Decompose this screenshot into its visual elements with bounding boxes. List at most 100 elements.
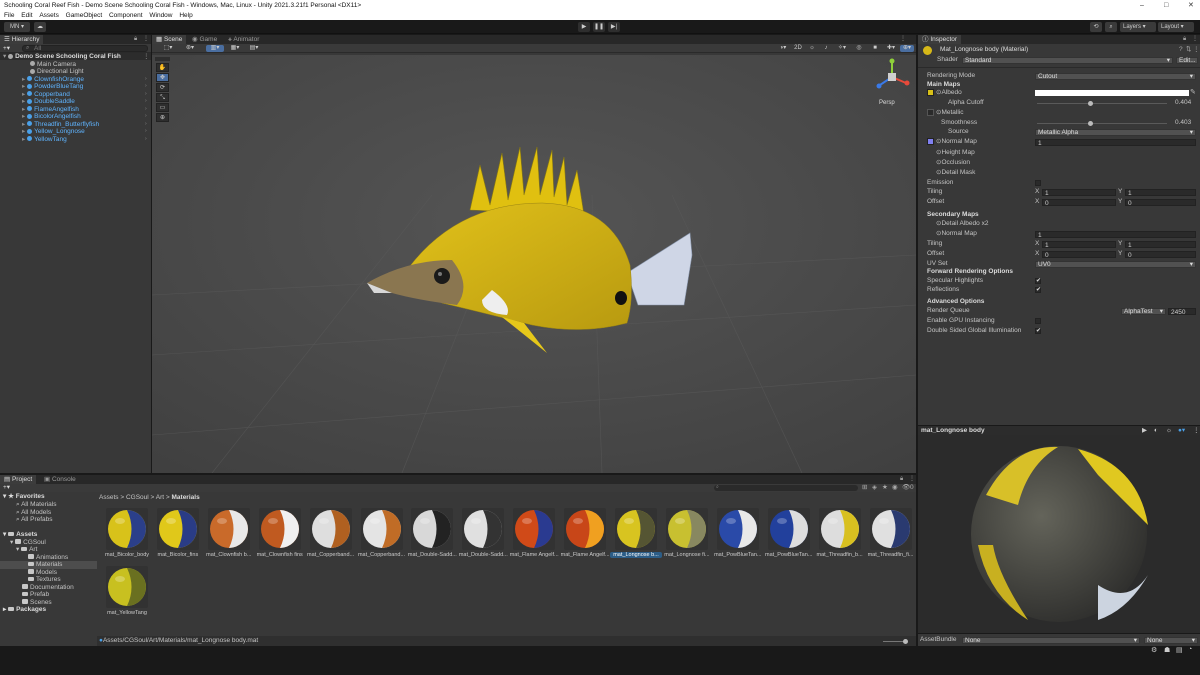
- asset-label[interactable]: mat_YellowTang: [101, 610, 153, 616]
- menu-file[interactable]: File: [4, 12, 14, 19]
- asset-thumbnail[interactable]: [513, 508, 556, 550]
- chevron-right-icon[interactable]: ›: [145, 121, 147, 128]
- rotate-tool-icon[interactable]: ⟳: [156, 83, 169, 92]
- layout-dropdown[interactable]: Layout ▾: [1158, 22, 1194, 32]
- menu-gameobject[interactable]: GameObject: [66, 12, 103, 19]
- hierarchy-item-flameangelfish[interactable]: ▸ FlameAngelfish ›: [22, 106, 151, 113]
- menu-component[interactable]: Component: [109, 12, 143, 19]
- thumbnail-size-slider[interactable]: [883, 641, 905, 642]
- breadcrumb-materials[interactable]: Materials: [172, 494, 200, 501]
- folder-animations[interactable]: Animations: [28, 554, 68, 562]
- asset-label[interactable]: mat_Bicolor_body: [101, 552, 153, 558]
- tab-inspector[interactable]: ⓘ Inspector: [918, 35, 962, 44]
- grid-snap-dropdown[interactable]: ▦▾: [226, 45, 244, 52]
- close-button[interactable]: ✕: [1188, 0, 1194, 11]
- asset-thumbnail[interactable]: [716, 508, 759, 550]
- more-options-icon[interactable]: ⋮: [143, 35, 149, 44]
- normal-map2-scale-input[interactable]: 1: [1035, 230, 1196, 239]
- scene-row[interactable]: ▾ Demo Scene Schooling Coral Fish ⋮: [0, 53, 151, 61]
- hidden-packages-icon[interactable]: ◉: [892, 484, 898, 492]
- play-preview-icon[interactable]: ▶: [1142, 426, 1147, 435]
- normal-map-texture-slot[interactable]: [927, 138, 934, 145]
- chevron-right-icon[interactable]: ›: [145, 128, 147, 135]
- asset-thumbnail[interactable]: [360, 508, 403, 550]
- asset-label[interactable]: mat_Longnose fi...: [661, 552, 713, 558]
- history-icon[interactable]: ⟲: [1090, 22, 1102, 32]
- folder-materials[interactable]: Materials: [0, 561, 97, 569]
- asset-label[interactable]: mat_Double-Sadd...: [457, 552, 509, 558]
- menu-help[interactable]: Help: [179, 12, 192, 19]
- asset-thumbnail[interactable]: [207, 508, 250, 550]
- asset-thumbnail[interactable]: [258, 508, 301, 550]
- more-options-icon[interactable]: ⋮: [1193, 426, 1200, 435]
- lock-icon[interactable]: 🔒︎: [134, 35, 137, 44]
- hand-tool-icon[interactable]: ✋: [156, 63, 169, 72]
- component-menu-icon[interactable]: ⋮: [1193, 45, 1200, 54]
- asset-label[interactable]: mat_Flame Angelf...: [559, 552, 611, 558]
- folder-documentation[interactable]: Documentation: [22, 584, 74, 592]
- rect-tool-icon[interactable]: ▭: [156, 103, 169, 112]
- asset-label[interactable]: mat_PowBlueTan...: [763, 552, 815, 558]
- tab-console[interactable]: ▣ Console: [40, 475, 80, 484]
- light-preview-icon[interactable]: ☼: [1166, 426, 1172, 435]
- scale-tool-icon[interactable]: ⤡: [156, 93, 169, 102]
- asset-label[interactable]: mat_Copperband...: [305, 552, 357, 558]
- gizmos-dropdown[interactable]: ⊕▾: [900, 45, 914, 52]
- favorite-icon[interactable]: ★: [882, 484, 888, 492]
- asset-label[interactable]: mat_PowBlueTan...: [712, 552, 764, 558]
- audio-toggle-icon[interactable]: ♪: [820, 45, 832, 52]
- chevron-right-icon[interactable]: ›: [145, 98, 147, 105]
- smoothness-slider[interactable]: [1037, 123, 1167, 124]
- thumbnail-size-knob[interactable]: [903, 639, 908, 644]
- maximize-button[interactable]: □: [1164, 0, 1168, 11]
- asset-label[interactable]: mat_Clownfish fins: [254, 552, 306, 558]
- emission-checkbox[interactable]: [1035, 180, 1041, 186]
- render-queue-dropdown[interactable]: AlphaTest ▾: [1121, 307, 1166, 315]
- asset-thumbnail[interactable]: [818, 508, 861, 550]
- help-icon[interactable]: ?: [1179, 45, 1183, 54]
- asset-label[interactable]: mat_Threadfin_fi...: [865, 552, 917, 558]
- breadcrumb-cgsoul[interactable]: CGSoul: [126, 494, 149, 501]
- asset-thumbnail[interactable]: [869, 508, 912, 550]
- alpha-cutoff-value[interactable]: 0.404: [1175, 99, 1191, 107]
- double-sided-gi-checkbox[interactable]: ✔: [1035, 328, 1041, 334]
- chevron-right-icon[interactable]: ›: [145, 76, 147, 83]
- offset2-y-input[interactable]: 0: [1125, 250, 1196, 259]
- eyedropper-icon[interactable]: ✎: [1190, 88, 1196, 96]
- more-options-icon[interactable]: ⋮: [1192, 35, 1198, 44]
- cache-icon[interactable]: ▤: [1176, 646, 1183, 654]
- assets-folder[interactable]: ▾ Assets: [3, 531, 37, 539]
- asset-thumbnail[interactable]: [309, 508, 352, 550]
- asset-label[interactable]: mat_Bicolor_fins: [152, 552, 204, 558]
- toggle-2d-button[interactable]: 2D: [792, 45, 804, 52]
- offset-x-input[interactable]: 0: [1042, 198, 1116, 207]
- asset-thumbnail[interactable]: [106, 508, 148, 550]
- hierarchy-item-clownfish[interactable]: ▸ ClownfishOrange ›: [22, 76, 151, 83]
- menu-edit[interactable]: Edit: [21, 12, 32, 19]
- uv-set-dropdown[interactable]: UV0 ▾: [1035, 260, 1196, 268]
- hierarchy-item-directional-light[interactable]: Directional Light: [30, 68, 84, 75]
- pivot-dropdown[interactable]: ⊛▾: [180, 45, 200, 52]
- albedo-texture-slot[interactable]: [927, 89, 934, 96]
- reflections-checkbox[interactable]: ✔: [1035, 287, 1041, 293]
- favorite-all-models[interactable]: ⌕ All Models: [16, 509, 51, 517]
- minimize-button[interactable]: –: [1140, 0, 1144, 11]
- add-icon[interactable]: +▾: [3, 44, 10, 53]
- menu-assets[interactable]: Assets: [39, 12, 59, 19]
- asset-label[interactable]: mat_Double-Sadd...: [406, 552, 458, 558]
- hierarchy-item-yellow-longnose[interactable]: ▸ Yellow_Longnose ›: [22, 128, 151, 135]
- gpu-instancing-checkbox[interactable]: [1035, 318, 1041, 324]
- lighting-toggle-icon[interactable]: ☼: [806, 45, 818, 52]
- more-options-icon[interactable]: ⋮: [909, 475, 915, 484]
- tiling-y-input[interactable]: 1: [1125, 188, 1196, 197]
- search-by-type-icon[interactable]: ⊞: [862, 484, 867, 492]
- asset-label[interactable]: mat_Copperband...: [356, 552, 408, 558]
- favorite-all-prefabs[interactable]: ⌕ All Prefabs: [16, 516, 53, 524]
- material-preview[interactable]: [918, 435, 1200, 633]
- chevron-right-icon[interactable]: ›: [145, 91, 147, 98]
- debug-icon[interactable]: ☗: [1164, 646, 1170, 654]
- packages-folder[interactable]: ▸ Packages: [3, 606, 46, 614]
- create-icon[interactable]: +▾: [3, 484, 10, 492]
- hierarchy-item-copperband[interactable]: ▸ Copperband ›: [22, 91, 151, 98]
- chevron-right-icon[interactable]: ›: [145, 83, 147, 90]
